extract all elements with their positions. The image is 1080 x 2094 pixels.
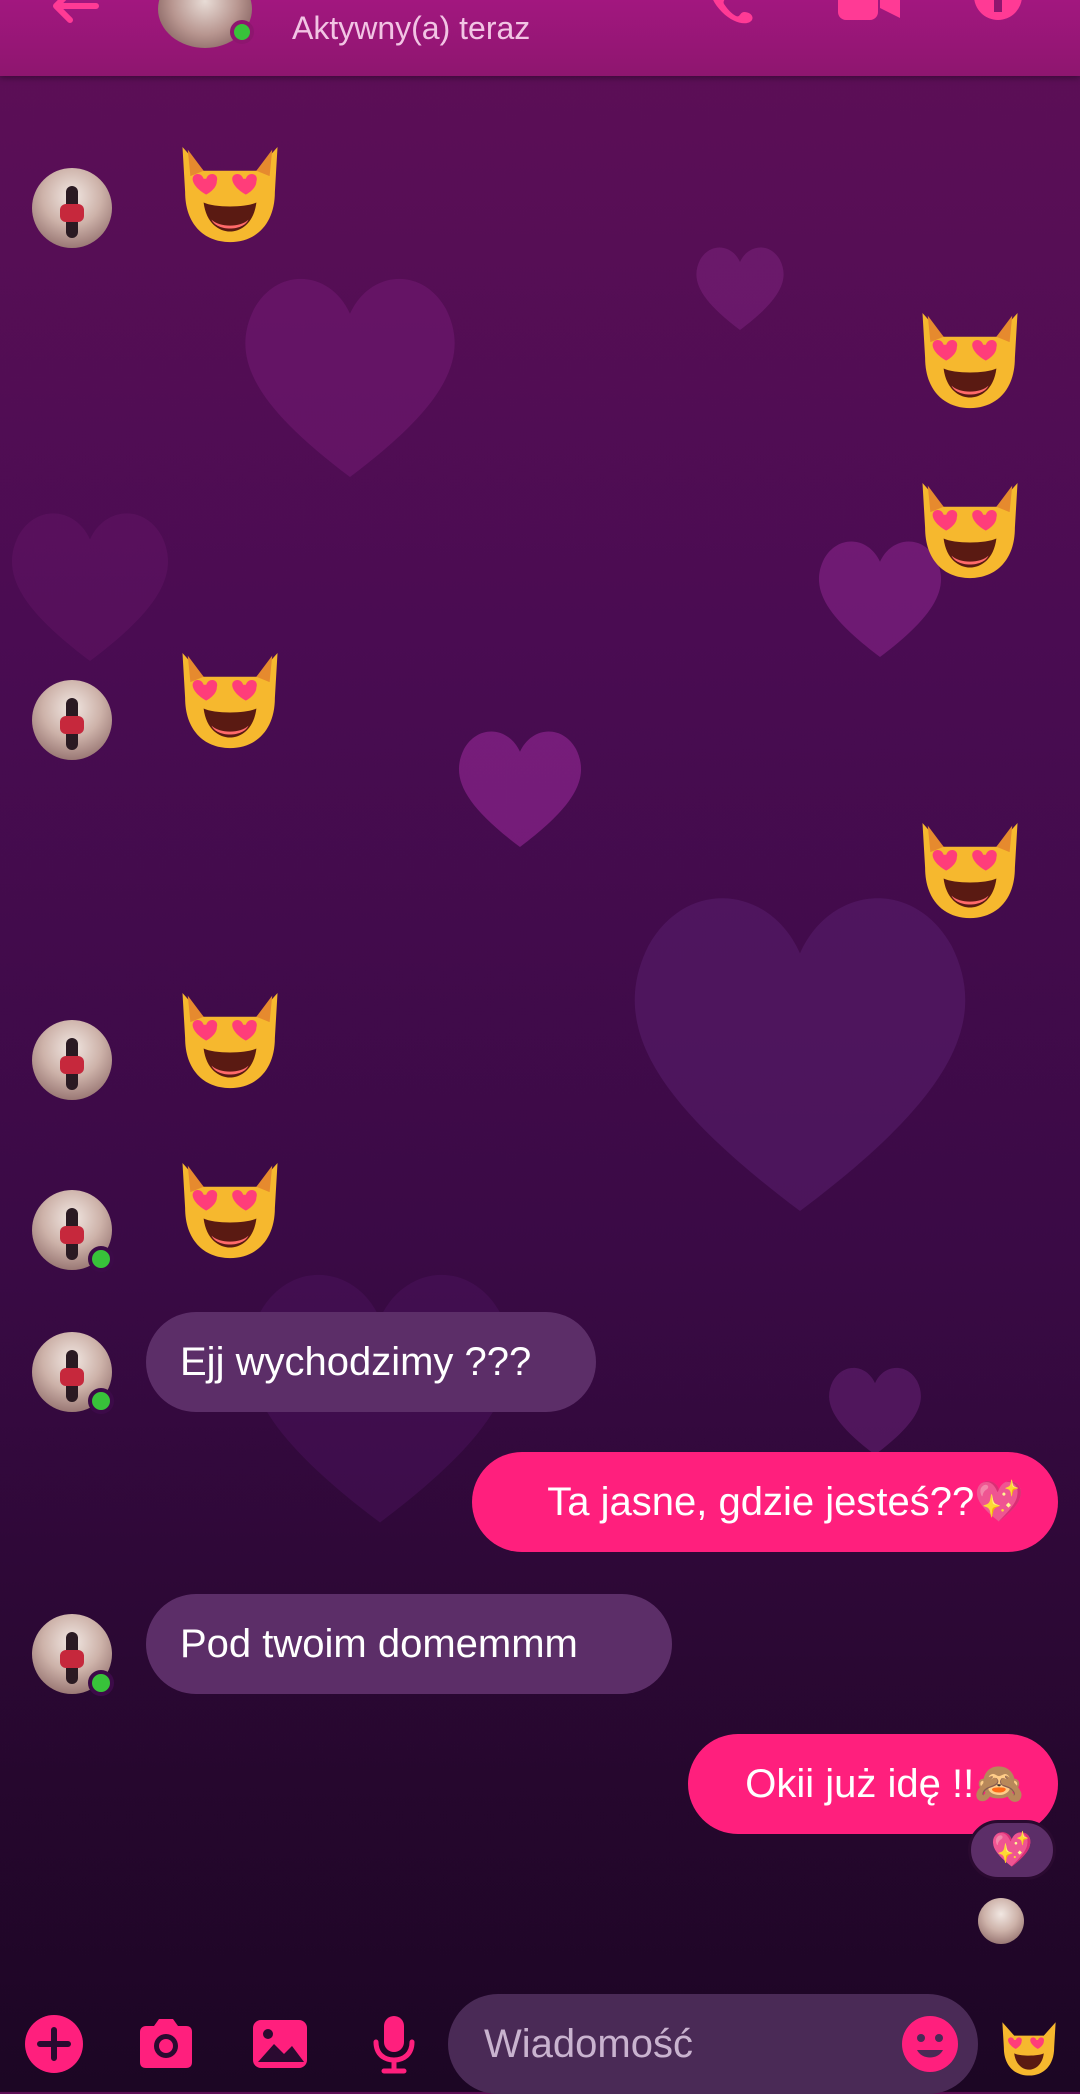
- cat-heart-eyes-emoji[interactable]: [904, 454, 1036, 586]
- phone-call-icon[interactable]: [704, 0, 756, 24]
- plus-icon[interactable]: [24, 2014, 84, 2074]
- image-icon[interactable]: [250, 2014, 310, 2074]
- message-input[interactable]: Wiadomość: [448, 1994, 978, 2094]
- back-arrow-icon[interactable]: [46, 0, 100, 26]
- sender-avatar[interactable]: [32, 1020, 112, 1100]
- emoji-icon[interactable]: [900, 2014, 960, 2074]
- sender-avatar[interactable]: [32, 168, 112, 248]
- video-call-icon[interactable]: [836, 0, 902, 24]
- chat-header: Aktywny(a) teraz: [0, 0, 1080, 76]
- background-heart: [458, 731, 582, 847]
- message-bubble-outgoing[interactable]: Okii już idę !!🙈: [688, 1734, 1058, 1834]
- message-reaction[interactable]: 💖: [968, 1820, 1056, 1880]
- background-heart: [11, 513, 169, 662]
- contact-status: Aktywny(a) teraz: [292, 10, 531, 46]
- camera-icon[interactable]: [136, 2014, 196, 2074]
- cat-heart-eyes-emoji[interactable]: [164, 118, 296, 250]
- online-indicator: [230, 20, 254, 44]
- online-indicator: [88, 1670, 114, 1696]
- online-indicator: [88, 1388, 114, 1414]
- online-indicator: [88, 1246, 114, 1272]
- cat-heart-eyes-emoji[interactable]: [164, 1134, 296, 1266]
- background-heart: [696, 247, 784, 330]
- message-input-placeholder: Wiadomość: [484, 2022, 693, 2066]
- cat-heart-eyes-icon[interactable]: [992, 2006, 1066, 2080]
- microphone-icon[interactable]: [364, 2014, 424, 2074]
- cat-heart-eyes-emoji[interactable]: [904, 284, 1036, 416]
- info-icon[interactable]: [972, 0, 1024, 24]
- seen-indicator-avatar: [978, 1898, 1024, 1944]
- sender-avatar[interactable]: [32, 680, 112, 760]
- cat-heart-eyes-emoji[interactable]: [904, 794, 1036, 926]
- message-bubble-incoming[interactable]: Pod twoim domemmm: [146, 1594, 672, 1694]
- message-bubble-outgoing[interactable]: Ta jasne, gdzie jesteś??💖: [472, 1452, 1058, 1552]
- background-heart: [245, 278, 455, 477]
- message-bubble-incoming[interactable]: Ejj wychodzimy ???: [146, 1312, 596, 1412]
- background-heart: [829, 1367, 921, 1455]
- cat-heart-eyes-emoji[interactable]: [164, 624, 296, 756]
- cat-heart-eyes-emoji[interactable]: [164, 964, 296, 1096]
